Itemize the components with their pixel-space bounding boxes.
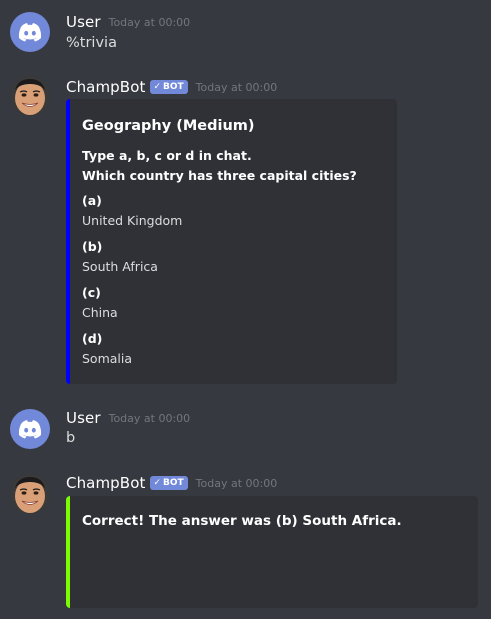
message-user-answer: User Today at 00:00 b bbox=[0, 398, 491, 460]
option-label: (a) bbox=[82, 193, 102, 208]
option-label: (d) bbox=[82, 331, 103, 346]
timestamp: Today at 00:00 bbox=[195, 80, 278, 94]
face-avatar-icon[interactable] bbox=[10, 474, 50, 514]
timestamp: Today at 00:00 bbox=[195, 476, 278, 490]
option-value: United Kingdom bbox=[82, 213, 183, 228]
timestamp: Today at 00:00 bbox=[108, 15, 191, 29]
username[interactable]: ChampBot bbox=[66, 474, 145, 492]
message-content: %trivia bbox=[66, 35, 117, 51]
message-bot-trivia: ChampBot ✓ BOT Today at 00:00 Geography … bbox=[0, 70, 491, 390]
discord-logo-icon[interactable] bbox=[10, 409, 50, 449]
trivia-embed: Geography (Medium) Type a, b, c or d in … bbox=[66, 99, 397, 384]
result-embed: Correct! The answer was (b) South Africa… bbox=[66, 496, 478, 608]
option-value: Somalia bbox=[82, 351, 133, 366]
embed-color-bar bbox=[66, 99, 70, 384]
checkmark-icon: ✓ bbox=[153, 478, 162, 488]
bot-tag-label: BOT bbox=[163, 82, 184, 92]
message-header: User Today at 00:00 bbox=[66, 408, 190, 428]
embed-instruction: Type a, b, c or d in chat. bbox=[82, 148, 252, 163]
option-label: (c) bbox=[82, 285, 101, 300]
option-value: South Africa bbox=[82, 259, 158, 274]
embed-color-bar bbox=[66, 496, 70, 608]
face-avatar-icon[interactable] bbox=[10, 76, 50, 116]
message-bot-result: ChampBot ✓ BOT Today at 00:00 Correct! T… bbox=[0, 466, 491, 619]
chat-log: User Today at 00:00 %trivia ChampBot ✓ B… bbox=[0, 0, 491, 619]
username[interactable]: User bbox=[66, 13, 101, 31]
discord-logo-icon[interactable] bbox=[10, 12, 50, 52]
option-value: China bbox=[82, 305, 118, 320]
message-user-trivia: User Today at 00:00 %trivia bbox=[0, 0, 491, 70]
embed-question: Which country has three capital cities? bbox=[82, 168, 357, 183]
message-header: User Today at 00:00 bbox=[66, 12, 190, 32]
bot-tag-label: BOT bbox=[163, 478, 184, 488]
bot-tag: ✓ BOT bbox=[150, 80, 188, 94]
checkmark-icon: ✓ bbox=[153, 82, 162, 92]
embed-title: Geography (Medium) bbox=[82, 118, 255, 134]
message-header: ChampBot ✓ BOT Today at 00:00 bbox=[66, 473, 277, 493]
username[interactable]: User bbox=[66, 409, 101, 427]
embed-title: Correct! The answer was (b) South Africa… bbox=[82, 513, 402, 529]
username[interactable]: ChampBot bbox=[66, 78, 145, 96]
timestamp: Today at 00:00 bbox=[108, 411, 191, 425]
message-header: ChampBot ✓ BOT Today at 00:00 bbox=[66, 77, 277, 97]
option-label: (b) bbox=[82, 239, 103, 254]
message-content: b bbox=[66, 430, 76, 446]
bot-tag: ✓ BOT bbox=[150, 476, 188, 490]
